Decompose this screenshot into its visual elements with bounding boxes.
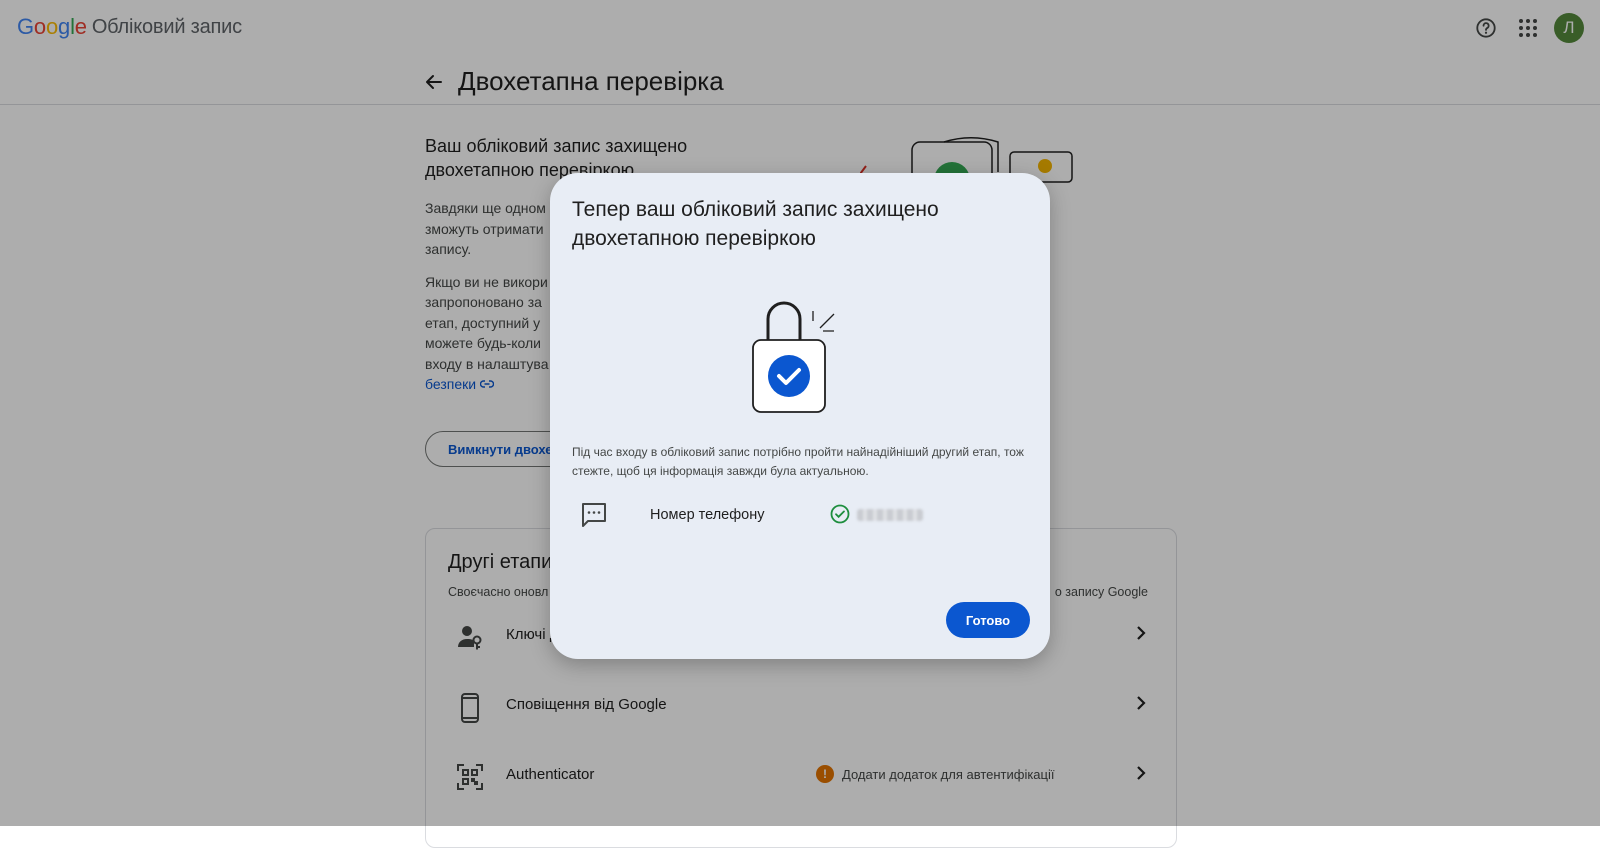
check-circle-icon [830,504,850,529]
phone-method-row: Номер телефону [572,499,1032,535]
phone-number-label: Номер телефону [650,507,765,523]
success-dialog: Тепер ваш обліковий запис захищено двохе… [550,173,1050,659]
masked-phone-number [857,509,923,521]
dialog-title: Тепер ваш обліковий запис захищено двохе… [572,198,939,250]
message-icon [580,501,608,534]
dialog-body: Під час входу в обліковий запис потрібно… [572,445,1024,478]
done-button[interactable]: Готово [946,602,1030,638]
lock-check-illustration [750,293,850,423]
